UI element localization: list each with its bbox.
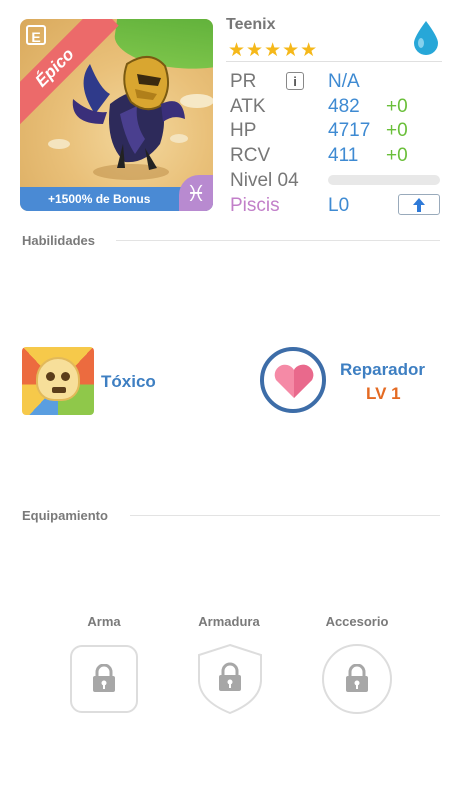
rcv-bonus: +0 bbox=[386, 145, 408, 166]
rcv-label: RCV bbox=[230, 145, 271, 166]
evolution-badge: E bbox=[26, 25, 46, 45]
level-label: Nivel 04 bbox=[230, 170, 299, 191]
pr-value: N/A bbox=[328, 71, 360, 92]
skill-level: LV 1 bbox=[366, 384, 401, 403]
atk-label: ATK bbox=[230, 96, 266, 117]
divider bbox=[130, 515, 440, 516]
monster-card[interactable]: Épico E +1500% de Bonus ♓ bbox=[20, 19, 213, 211]
divider bbox=[226, 61, 442, 62]
armor-slot[interactable] bbox=[196, 643, 264, 715]
equipment-title: Equipamiento bbox=[22, 508, 108, 523]
info-icon[interactable]: i bbox=[286, 72, 304, 90]
skill-name-repair[interactable]: Reparador bbox=[340, 360, 425, 380]
lock-icon bbox=[346, 664, 368, 692]
divider bbox=[116, 240, 440, 241]
hp-bonus: +0 bbox=[386, 120, 408, 141]
heart-icon bbox=[274, 364, 314, 398]
rcv-value: 411 bbox=[328, 145, 359, 166]
toxic-skill-icon[interactable] bbox=[22, 347, 94, 415]
slot-label-accessory: Accesorio bbox=[325, 614, 389, 629]
skull-icon bbox=[38, 359, 78, 399]
monster-portrait bbox=[72, 56, 185, 180]
atk-bonus: +0 bbox=[386, 96, 408, 117]
sign-label: Piscis bbox=[230, 195, 280, 216]
hp-label: HP bbox=[230, 120, 257, 141]
hp-value: 4717 bbox=[328, 120, 371, 141]
star-rating: ★★★★★ bbox=[228, 40, 319, 61]
water-drop-icon bbox=[414, 21, 438, 55]
atk-value: 482 bbox=[328, 96, 360, 117]
pr-label: PR bbox=[230, 71, 257, 92]
repair-skill-icon[interactable] bbox=[260, 347, 326, 413]
slot-label-weapon: Arma bbox=[87, 614, 121, 629]
monster-name: Teenix bbox=[226, 16, 276, 33]
arrow-up-icon bbox=[413, 198, 425, 212]
slot-label-armor: Armadura bbox=[198, 614, 260, 629]
accessory-slot[interactable] bbox=[322, 644, 392, 714]
lock-icon bbox=[93, 664, 115, 692]
sign-level-value: L0 bbox=[328, 195, 350, 216]
level-progress-bar bbox=[328, 175, 440, 185]
upgrade-button[interactable] bbox=[398, 194, 440, 215]
abilities-title: Habilidades bbox=[22, 233, 95, 248]
pisces-sign-icon: ♓ bbox=[179, 175, 213, 211]
skill-name-toxic[interactable]: Tóxico bbox=[101, 372, 156, 392]
weapon-slot[interactable] bbox=[70, 645, 138, 713]
